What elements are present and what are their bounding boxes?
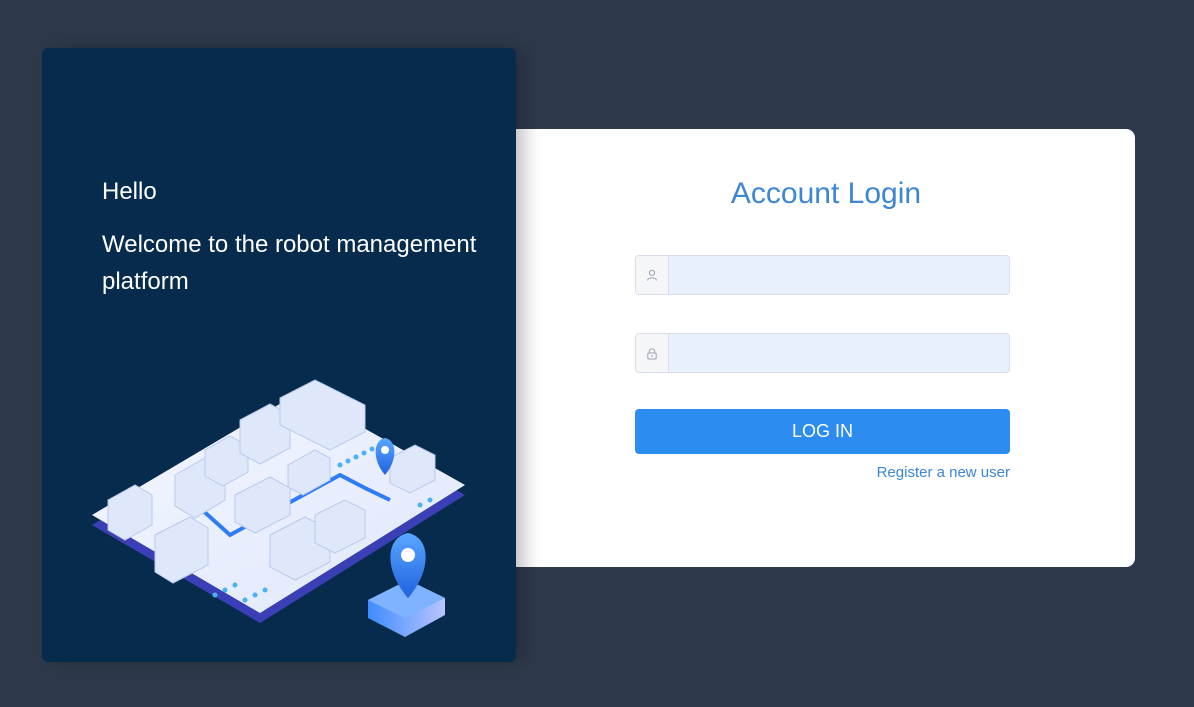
username-field[interactable]	[635, 255, 1010, 295]
password-input[interactable]	[669, 334, 1009, 372]
password-field[interactable]	[635, 333, 1010, 373]
smart-city-illustration	[92, 379, 465, 637]
welcome-text: Welcome to the robot management platform	[102, 231, 477, 295]
login-card: Account Login LOG IN Register a new user	[516, 129, 1135, 567]
welcome-panel: Hello Welcome to the robot management pl…	[42, 48, 516, 662]
greeting-text: Hello	[102, 178, 157, 205]
login-title: Account Login	[730, 177, 922, 210]
username-input[interactable]	[669, 256, 1009, 294]
login-button[interactable]: LOG IN	[635, 409, 1010, 454]
lock-icon	[636, 334, 669, 372]
user-icon	[636, 256, 669, 294]
register-link[interactable]: Register a new user	[877, 464, 1010, 481]
